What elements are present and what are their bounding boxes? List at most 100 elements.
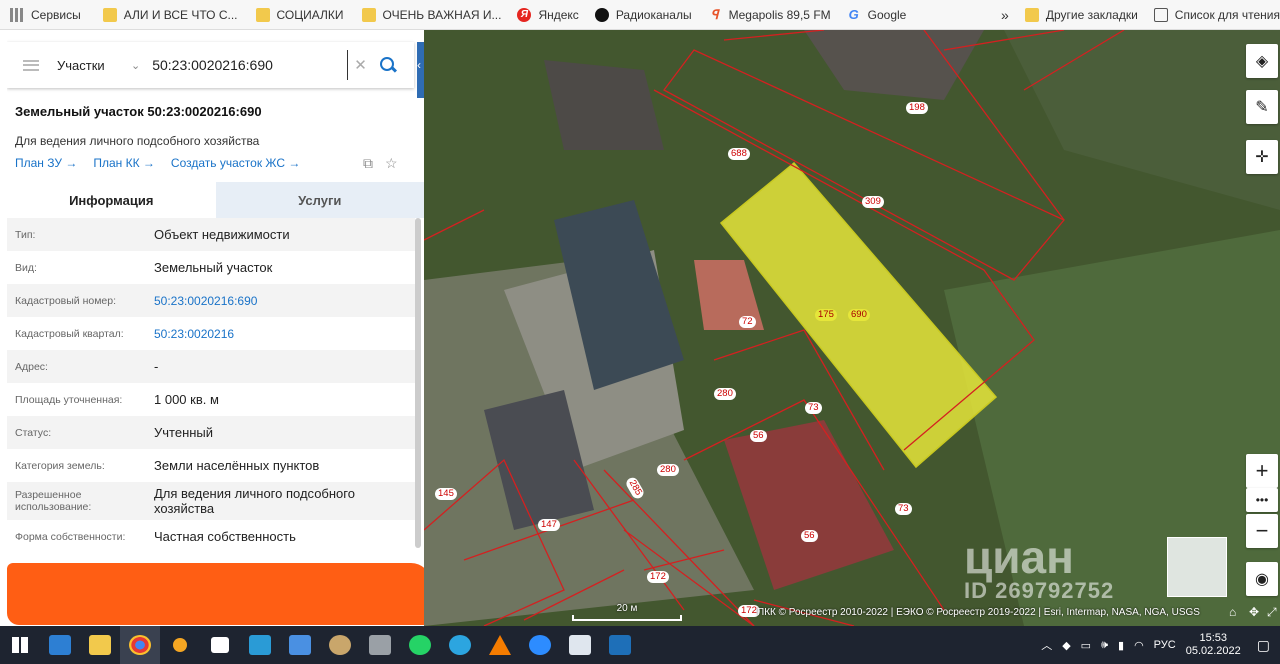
parcel-label[interactable]: 688 [728, 148, 750, 160]
create-parcel-link[interactable]: Создать участок ЖС → [171, 156, 300, 170]
language-indicator[interactable]: РУС [1154, 639, 1176, 651]
search-icon[interactable] [379, 56, 397, 74]
overview-map[interactable] [1167, 537, 1227, 597]
redaction-overlay [7, 563, 424, 625]
row-value: Объект недвижимости [154, 227, 290, 242]
aliexpress-icon [173, 638, 187, 652]
compass-button[interactable]: ◉ [1246, 562, 1278, 596]
telegram-icon [449, 635, 471, 655]
dropbox-icon [211, 637, 229, 653]
store-app[interactable] [40, 626, 80, 664]
home-icon[interactable]: ⌂ [1229, 605, 1236, 619]
chevron-up-icon[interactable]: ︿ [1041, 637, 1052, 653]
parcel-label[interactable]: 73 [805, 402, 822, 414]
calculator-store-app[interactable] [240, 626, 280, 664]
radio-icon [594, 7, 609, 22]
search-input[interactable] [152, 50, 349, 80]
panel-scrollbar[interactable] [415, 218, 421, 548]
parcel-label[interactable]: 280 [714, 388, 736, 400]
row-label: Форма собственности: [15, 530, 126, 543]
wifi-icon[interactable]: ◠ [1134, 639, 1144, 652]
folder-icon [361, 7, 376, 22]
parcel-label[interactable]: 309 [862, 196, 884, 208]
bookmark-other[interactable]: Другие закладки [1024, 7, 1138, 22]
reading-list-button[interactable]: Список для чтения [1153, 7, 1280, 22]
explorer-app[interactable] [80, 626, 120, 664]
cadastral-number-link[interactable]: 50:23:0020216:690 [154, 294, 415, 308]
plan-zu-link[interactable]: План ЗУ → [15, 156, 77, 170]
bookmark-folder-ali[interactable]: АЛИ И ВСЕ ЧТО С... [102, 7, 238, 22]
layers-button[interactable]: ◈ [1246, 44, 1278, 78]
dropbox-app[interactable] [200, 626, 240, 664]
tab-services[interactable]: Услуги [215, 182, 424, 218]
aliexpress-app[interactable] [160, 626, 200, 664]
table-row: Кадастровый квартал: 50:23:0020216 [7, 317, 415, 350]
documents-app[interactable] [560, 626, 600, 664]
zoom-in-button[interactable]: + [1246, 454, 1278, 488]
shield-icon[interactable]: ◆ [1062, 639, 1070, 652]
parcel-label[interactable]: 175 [815, 309, 837, 321]
menu-icon[interactable] [23, 59, 39, 71]
clock[interactable]: 15:53 05.02.2022 [1186, 632, 1241, 658]
store-bag-app[interactable] [280, 626, 320, 664]
zoom-app[interactable] [520, 626, 560, 664]
scale-bar: 20 м [572, 603, 682, 621]
vlc-app[interactable] [480, 626, 520, 664]
zoom-to-icon[interactable]: ⧉ [363, 155, 373, 172]
bookmark-radio[interactable]: Радиоканалы [594, 7, 692, 22]
calculator-app[interactable] [360, 626, 400, 664]
photos-app[interactable] [600, 626, 640, 664]
telegram-app[interactable] [440, 626, 480, 664]
table-row: Статус: Учтенный [7, 416, 415, 449]
bookmark-google[interactable]: G Google [847, 7, 907, 22]
more-button[interactable]: ••• [1246, 488, 1278, 512]
locate-icon[interactable]: ✥ [1249, 605, 1259, 619]
notifications-icon[interactable]: ▢ [1257, 637, 1270, 654]
tab-info[interactable]: Информация [7, 182, 216, 218]
row-value: Земли населённых пунктов [154, 458, 320, 473]
chrome-app[interactable] [120, 626, 160, 664]
parcel-label[interactable]: 147 [538, 519, 560, 531]
row-label: Вид: [15, 261, 37, 274]
parcel-label[interactable]: 198 [906, 102, 928, 114]
network-icon[interactable]: ▭ [1081, 639, 1091, 652]
parcel-label-selected[interactable]: 690 [848, 309, 870, 321]
row-label: Кадастровый квартал: [15, 327, 124, 340]
battery-icon[interactable]: ▮ [1118, 639, 1124, 652]
search-bar: Участки ⌄ ✕ [7, 42, 414, 88]
parcel-label[interactable]: 280 [657, 464, 679, 476]
plan-kk-link[interactable]: План КК → [93, 156, 155, 170]
map-view[interactable]: 198 688 309 72 175 690 280 73 56 280 285… [424, 30, 1280, 626]
parcel-label[interactable]: 56 [750, 430, 767, 442]
row-label: Статус: [15, 426, 52, 439]
chrome-icon [129, 635, 151, 655]
bookmark-services[interactable]: Сервисы [10, 7, 81, 22]
start-button[interactable] [0, 626, 40, 664]
parcel-label[interactable]: 72 [739, 316, 756, 328]
bookmark-folder-important[interactable]: ОЧЕНЬ ВАЖНАЯ И... [361, 7, 501, 22]
clock-time: 15:53 [1199, 632, 1227, 644]
cadastral-quarter-link[interactable]: 50:23:0020216 [154, 327, 415, 341]
row-value: Частная собственность [154, 529, 296, 544]
volume-icon[interactable]: 🕪 [1101, 639, 1108, 652]
parcel-label[interactable]: 73 [895, 503, 912, 515]
bookmark-megapolis[interactable]: ꟼ Megapolis 89,5 FM [708, 7, 831, 22]
category-select[interactable]: Участки [57, 58, 131, 73]
clear-icon[interactable]: ✕ [354, 56, 367, 74]
bookmarks-overflow-button[interactable]: » [1001, 7, 1009, 23]
map-imagery [424, 30, 1280, 626]
zoom-icon [529, 635, 551, 655]
fullscreen-icon[interactable]: ⤢ [1267, 605, 1277, 620]
bookmark-folder-social[interactable]: СОЦИАЛКИ [255, 7, 344, 22]
whatsapp-app[interactable] [400, 626, 440, 664]
chevron-down-icon[interactable]: ⌄ [131, 59, 140, 72]
parcel-label[interactable]: 56 [801, 530, 818, 542]
paint-app[interactable] [320, 626, 360, 664]
zoom-out-button[interactable]: − [1246, 514, 1278, 548]
parcel-label[interactable]: 145 [435, 488, 457, 500]
crosshair-button[interactable]: ✛ [1246, 140, 1278, 174]
parcel-label[interactable]: 172 [647, 571, 669, 583]
bookmark-yandex[interactable]: Я Яндекс [517, 7, 579, 22]
star-icon[interactable]: ☆ [385, 155, 398, 172]
ruler-button[interactable]: ✎ [1246, 90, 1278, 124]
